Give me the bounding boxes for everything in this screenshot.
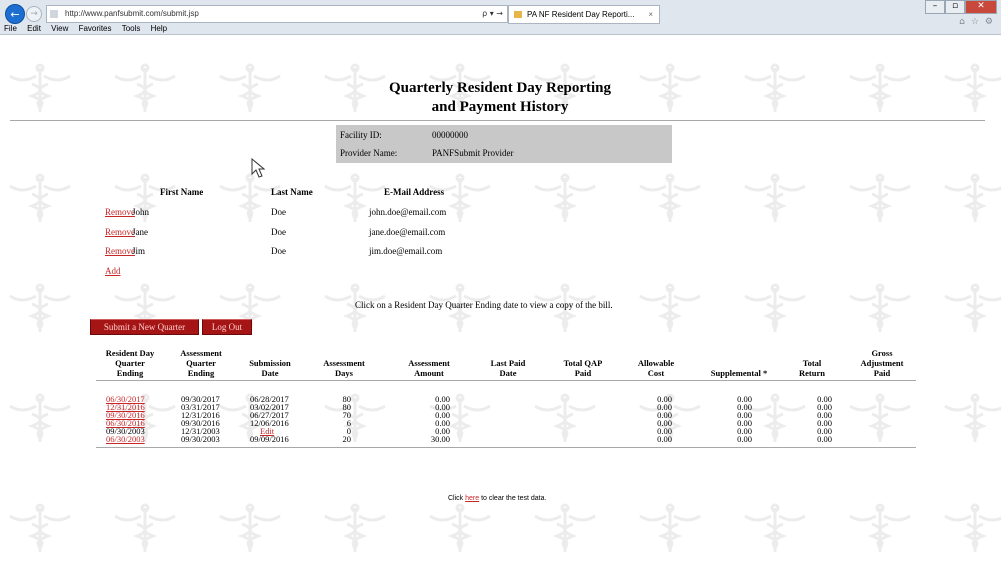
bill-instructions: Click on a Resident Day Quarter Ending d… (355, 300, 613, 310)
address-url[interactable]: http://www.panfsubmit.com/submit.jsp (65, 6, 199, 22)
header-email: E-Mail Address (384, 187, 445, 197)
remove-contact-link[interactable]: Remove (105, 246, 135, 256)
gear-icon[interactable]: ⚙ (985, 17, 993, 27)
search-refresh-icons[interactable]: ρ ▾ → (482, 6, 503, 22)
col-submission-date: Submission Date (249, 358, 291, 378)
col-allowable-cost: Allowable Cost (637, 358, 675, 378)
contact-first-name: Jim (132, 246, 146, 256)
table-header-divider (96, 380, 916, 381)
minimize-icon[interactable]: – (925, 0, 945, 14)
contact-email: john.doe@email.com (369, 207, 447, 217)
clear-test-data-link[interactable]: here (465, 495, 479, 502)
star-icon[interactable]: ☆ (971, 17, 979, 27)
provider-name-label: Provider Name: (340, 148, 398, 158)
col-total-return: Total Return (799, 358, 825, 378)
menu-view[interactable]: View (51, 24, 68, 33)
tab-close-icon[interactable]: × (648, 6, 653, 23)
address-bar[interactable]: http://www.panfsubmit.com/submit.jsp ρ ▾… (46, 5, 508, 23)
col-assessment-quarter: Assessment Quarter Ending (180, 348, 222, 378)
maximize-icon[interactable]: ▫ (945, 0, 965, 14)
header-last-name: Last Name (271, 187, 313, 197)
remove-contact-link[interactable]: Remove (105, 207, 135, 217)
col-last-paid-date: Last Paid Date (490, 358, 526, 378)
col-total-qap-paid: Total QAP Paid (563, 358, 603, 378)
col-gross-adjustment-paid: Gross Adjustment Paid (860, 348, 904, 378)
menu-tools[interactable]: Tools (122, 24, 141, 33)
close-window-icon[interactable]: ✕ (965, 0, 997, 14)
contact-last-name: Doe (271, 207, 286, 217)
submit-new-quarter-button[interactable]: Submit a New Quarter (90, 319, 199, 335)
assessment-days: 20 (342, 434, 352, 444)
col-assessment-days: Assessment Days (323, 358, 365, 378)
remove-contact-link[interactable]: Remove (105, 227, 135, 237)
table-bottom-divider (96, 447, 916, 448)
assessment-quarter: 09/30/2003 (181, 434, 220, 444)
assessment-amount: 30.00 (430, 434, 450, 444)
clear-test-data-note: Click here to clear the test data. (448, 495, 546, 502)
forward-arrow-icon[interactable]: → (26, 6, 42, 22)
header-first-name: First Name (160, 187, 204, 197)
col-assessment-amount: Assessment Amount (408, 358, 450, 378)
menu-file[interactable]: File (4, 24, 17, 33)
browser-toolbar-icons: ⌂ ☆ ⚙ (959, 17, 993, 27)
supplemental: 0.00 (737, 434, 752, 444)
facility-id-value: 00000000 (432, 130, 468, 140)
menu-bar: File Edit View Favorites Tools Help (0, 23, 171, 34)
allowable-cost: 0.00 (657, 434, 672, 444)
provider-name-value: PANFSubmit Provider (432, 148, 514, 158)
tab-title[interactable]: PA NF Resident Day Reporti... (527, 6, 634, 23)
clear-note-suffix: to clear the test data. (479, 495, 547, 502)
page-title-line1: Quarterly Resident Day Reporting (388, 80, 612, 96)
add-contact-link[interactable]: Add (105, 266, 121, 276)
contact-email: jane.doe@email.com (369, 227, 446, 237)
logout-button[interactable]: Log Out (202, 319, 252, 335)
submission-date: 09/09/2016 (250, 434, 289, 444)
resident-day-quarter-link[interactable]: 06/30/2003 (106, 435, 145, 444)
page-favicon-icon (50, 10, 58, 18)
contact-last-name: Doe (271, 227, 286, 237)
menu-help[interactable]: Help (151, 24, 167, 33)
back-arrow-icon[interactable]: ← (5, 4, 25, 24)
total-return: 0.00 (817, 434, 832, 444)
contact-first-name: Jane (132, 227, 148, 237)
facility-id-label: Facility ID: (340, 130, 382, 140)
window-controls: – ▫ ✕ (925, 0, 997, 14)
tab-favicon-icon (514, 11, 522, 18)
facility-info-box: Facility ID: 00000000 Provider Name: PAN… (336, 125, 672, 163)
contact-first-name: John (132, 207, 150, 217)
menu-favorites[interactable]: Favorites (79, 24, 112, 33)
contact-email: jim.doe@email.com (369, 246, 443, 256)
contact-last-name: Doe (271, 246, 286, 256)
home-icon[interactable]: ⌂ (959, 17, 965, 27)
browser-chrome: ← → http://www.panfsubmit.com/submit.jsp… (0, 0, 1001, 35)
page-title-line2: and Payment History (431, 99, 569, 115)
col-supplemental: Supplemental * (710, 368, 768, 378)
title-divider (10, 120, 985, 121)
clear-note-prefix: Click (448, 495, 466, 502)
browser-tab[interactable]: PA NF Resident Day Reporti... × (508, 5, 660, 24)
col-resident-day-quarter: Resident Day Quarter Ending (105, 348, 155, 378)
menu-edit[interactable]: Edit (27, 24, 41, 33)
page-title: Quarterly Resident Day Reporting and Pay… (300, 79, 700, 117)
mouse-pointer-icon (251, 158, 265, 178)
